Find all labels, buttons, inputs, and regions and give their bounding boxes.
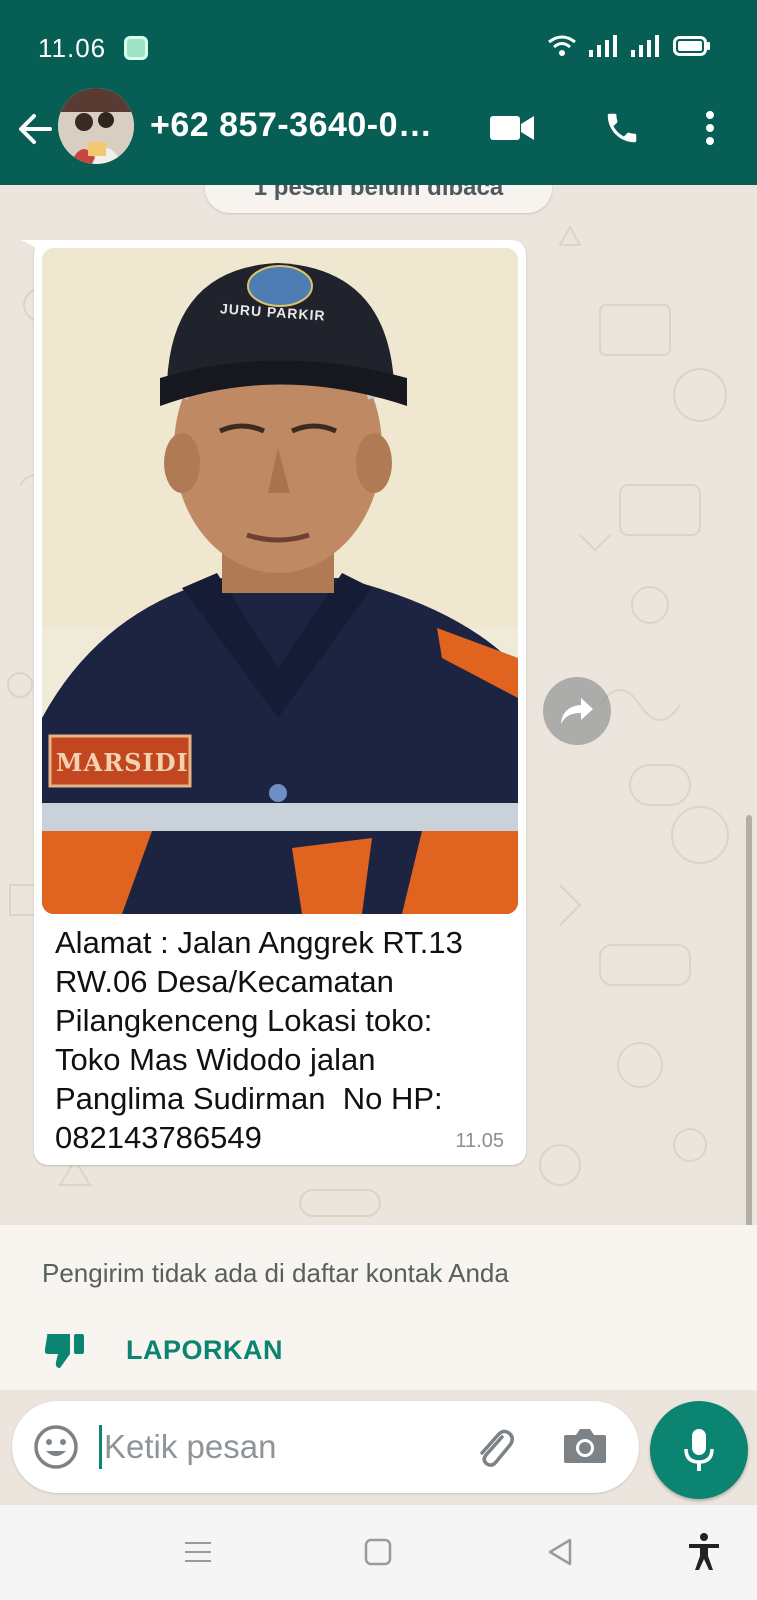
microphone-icon [684,1429,714,1471]
caption-line: Panglima Sudirman No HP: [55,1081,443,1116]
status-bar: 11.06 [0,0,757,68]
battery-icon [673,36,710,56]
video-call-button[interactable] [488,104,536,152]
more-options-button[interactable] [686,104,734,152]
message-input[interactable] [104,1417,444,1477]
app-notification-icon [124,36,148,60]
voice-call-icon [607,113,637,143]
back-button[interactable] [14,108,56,150]
chat-header: +62 857-3640-0… [0,68,757,185]
status-indicators [547,34,711,58]
home-square-icon [364,1538,392,1566]
chat-area[interactable]: 1 pesan belum dibaca JURU PARKIR MARSIDI… [0,185,757,1225]
emoji-button[interactable] [32,1423,80,1471]
wifi-icon [548,35,576,56]
name-patch: MARSIDI [56,748,189,777]
message-bubble[interactable]: JURU PARKIR MARSIDI Alamat : Jalan Anggr… [20,240,526,1165]
signal-1-icon [589,35,617,57]
camera-icon [564,1429,606,1463]
menu-icon [185,1542,211,1562]
thumbs-down-icon [44,1334,84,1368]
contact-avatar[interactable] [58,88,134,164]
unread-banner: 1 pesan belum dibaca [205,185,552,213]
accessibility-icon [689,1533,719,1570]
message-caption: Alamat : Jalan Anggrek RT.13 RW.06 Desa/… [55,923,505,1157]
message-time: 11.05 [455,1130,504,1152]
forward-share-icon [561,698,593,724]
status-time: 11.06 [38,33,107,63]
signal-2-icon [631,35,659,57]
message-composer [12,1401,639,1493]
unknown-sender-notice: Pengirim tidak ada di daftar kontak Anda [42,1258,509,1288]
chat-scrollbar[interactable] [746,815,752,1225]
attach-button[interactable] [470,1425,518,1473]
report-label: LAPORKAN [126,1334,283,1365]
system-back-button[interactable] [540,1532,580,1572]
caption-line: Alamat : Jalan Anggrek RT.13 [55,925,463,960]
caption-line: Toko Mas Widodo jalan [55,1042,376,1077]
voice-message-button[interactable] [650,1401,748,1499]
report-button[interactable]: LAPORKAN [44,1325,283,1375]
back-triangle-icon [548,1538,572,1566]
caption-line: Pilangkenceng Lokasi toko: [55,1003,433,1038]
video-call-icon [490,116,534,140]
attachment-icon [480,1429,514,1467]
home-button[interactable] [358,1532,398,1572]
contact-name[interactable]: +62 857-3640-0… [150,106,433,145]
unknown-sender-panel: Pengirim tidak ada di daftar kontak Anda… [0,1225,757,1390]
message-photo[interactable]: JURU PARKIR MARSIDI [42,248,518,914]
more-options-icon [706,111,714,145]
camera-button[interactable] [562,1425,610,1473]
accessibility-button[interactable] [684,1532,724,1572]
system-nav-bar [0,1505,757,1600]
caption-line: RW.06 Desa/Kecamatan [55,964,394,999]
caption-line: 082143786549 [55,1120,262,1155]
forward-button[interactable] [543,677,611,745]
recent-apps-button[interactable] [178,1532,218,1572]
emoji-icon [34,1425,78,1469]
back-arrow-icon [19,114,52,144]
voice-call-button[interactable] [598,104,646,152]
text-cursor [99,1425,102,1469]
